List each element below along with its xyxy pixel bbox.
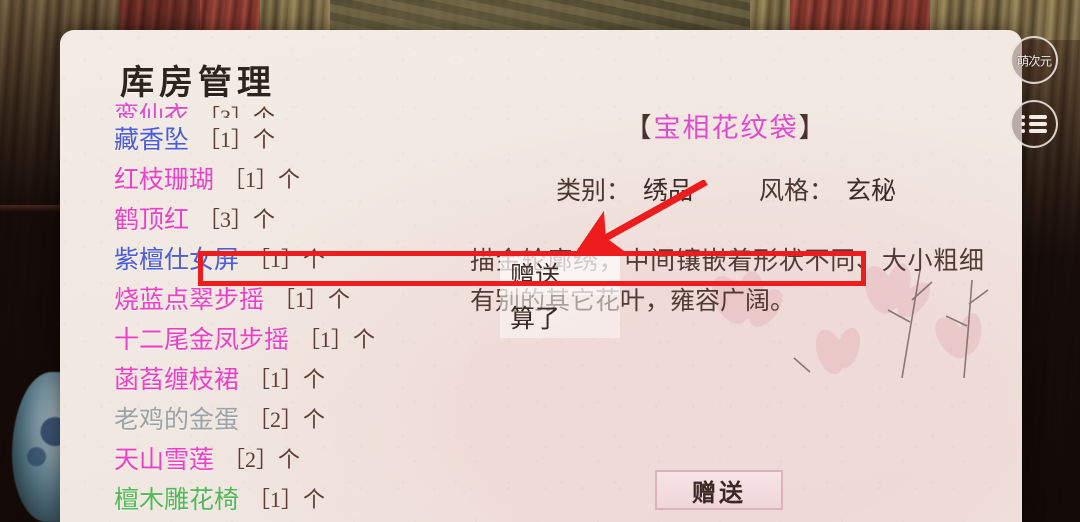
inventory-item-row[interactable]: 檀木雕花椅 ［1］个 xyxy=(100,478,430,518)
bracket-left: 【 xyxy=(624,113,654,143)
inventory-item-count: ［1］个 xyxy=(223,167,301,192)
inventory-item-row[interactable]: 藏香坠 ［1］个 xyxy=(100,118,430,158)
detail-meta-row: 类别： 绣品 风格： 玄秘 xyxy=(440,171,1012,207)
inventory-item-row[interactable]: 红枝珊瑚 ［1］个 xyxy=(100,158,430,198)
inventory-item-row[interactable]: 老鸡的金蛋 ［2］个 xyxy=(100,398,430,438)
inventory-item-count: ［1］个 xyxy=(248,487,326,512)
style-label: 风格： xyxy=(759,178,835,205)
inventory-item-count: ［1］个 xyxy=(273,287,351,312)
inventory-item-name: 紫檀仕女屏 xyxy=(114,247,240,274)
warehouse-panel: 库房管理 鸾仙衣 ［3］个 藏香坠 ［1］个 红枝珊瑚 ［1］个 鹤顶红 ［3］个 紫檀仕女屏 ［… xyxy=(60,30,1022,522)
list-icon xyxy=(1021,112,1047,136)
context-popup-menu[interactable]: 赠送 算了 xyxy=(500,252,620,338)
detail-style: 风格： 玄秘 xyxy=(759,171,896,207)
inventory-item-row[interactable]: 菡萏缠枝裙 ［1］个 xyxy=(100,358,430,398)
inventory-item-name: 红枝珊瑚 xyxy=(114,167,215,194)
inventory-item-name: 老鸡的金蛋 xyxy=(114,407,240,434)
avatar-badge-button[interactable]: 萌次元 xyxy=(1010,36,1058,84)
inventory-item-name: 菡萏缠枝裙 xyxy=(114,367,240,394)
gift-button[interactable]: 赠送 xyxy=(655,470,783,510)
inventory-item-name: 烧蓝点翠步摇 xyxy=(114,287,265,314)
game-screen: 库房管理 鸾仙衣 ［3］个 藏香坠 ［1］个 红枝珊瑚 ［1］个 鹤顶红 ［3］个 紫檀仕女屏 ［… xyxy=(0,0,1080,522)
inventory-item-count: ［1］个 xyxy=(248,367,326,392)
inventory-item-list[interactable]: 鸾仙衣 ［3］个 藏香坠 ［1］个 红枝珊瑚 ［1］个 鹤顶红 ［3］个 紫檀仕女屏 ［1］个 烧蓝… xyxy=(100,92,430,522)
menu-list-button[interactable] xyxy=(1010,100,1058,148)
inventory-item-count: ［3］个 xyxy=(198,105,276,118)
inventory-item-count: ［2］个 xyxy=(248,407,326,432)
inventory-item-name: 天山雪莲 xyxy=(114,447,215,474)
inventory-item-count: ［3］个 xyxy=(198,207,276,232)
bracket-right: 】 xyxy=(798,113,828,143)
inventory-item-count: ［1］个 xyxy=(298,327,376,352)
inventory-item-row[interactable]: 鹤顶红 ［3］个 xyxy=(100,198,430,238)
detail-item-name: 宝相花纹袋 xyxy=(653,113,799,143)
detail-item-title: 【宝相花纹袋】 xyxy=(440,106,1012,145)
inventory-item-count: ［1］个 xyxy=(198,127,276,152)
inventory-item-name: 十二尾金凤步摇 xyxy=(114,327,290,354)
inventory-item-count: ［1］个 xyxy=(248,247,326,272)
popup-menu-item[interactable]: 赠送 xyxy=(500,252,620,295)
popup-menu-item[interactable]: 算了 xyxy=(500,295,620,338)
inventory-item-name: 檀木雕花椅 xyxy=(114,487,240,514)
inventory-item-row[interactable]: 天山雪莲 ［2］个 xyxy=(100,438,430,478)
inventory-item-count: ［2］个 xyxy=(223,447,301,472)
category-label: 类别： xyxy=(555,178,631,205)
style-value: 玄秘 xyxy=(846,178,897,205)
inventory-item-row[interactable]: 烧蓝点翠步摇 ［1］个 xyxy=(100,278,430,318)
inventory-item-name: 鹤顶红 xyxy=(114,207,190,234)
inventory-item-name: 藏香坠 xyxy=(114,127,190,154)
detail-category: 类别： 绣品 xyxy=(556,171,693,207)
inventory-item-row[interactable]: 紫檀仕女屏 ［1］个 xyxy=(100,238,430,278)
inventory-item-row[interactable]: 鸾仙衣 ［3］个 xyxy=(100,92,430,118)
avatar-watermark-icon: 萌次元 xyxy=(1016,53,1052,69)
inventory-item-row[interactable]: 十二尾金凤步摇 ［1］个 xyxy=(100,318,430,358)
category-value: 绣品 xyxy=(642,178,693,205)
inventory-item-name: 鸾仙衣 xyxy=(114,103,190,118)
